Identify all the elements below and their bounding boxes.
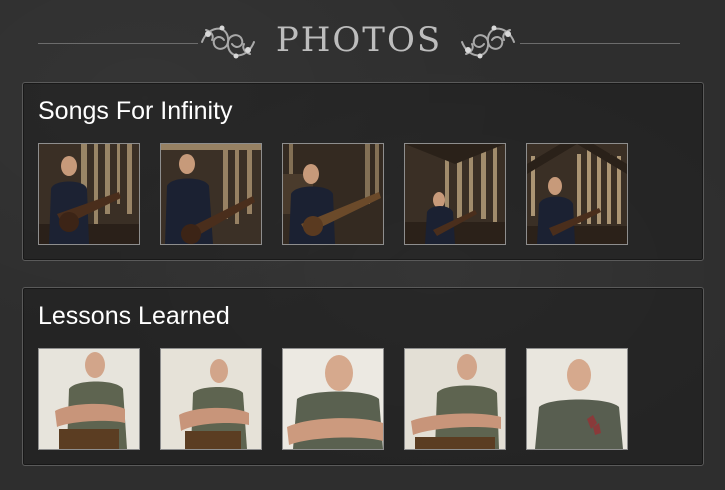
photo-thumbnail[interactable] bbox=[282, 348, 384, 450]
header-rule-left bbox=[38, 43, 198, 44]
photo-thumbnail[interactable] bbox=[404, 143, 506, 245]
photo-thumbnail[interactable] bbox=[38, 143, 140, 245]
flourish-ornament-icon bbox=[456, 16, 520, 68]
photo-thumbnail[interactable] bbox=[160, 348, 262, 450]
photo-thumbnail[interactable] bbox=[38, 348, 140, 450]
page-header: PHOTOS bbox=[0, 12, 725, 68]
page-title: PHOTOS bbox=[275, 20, 443, 60]
photo-thumbnail[interactable] bbox=[526, 348, 628, 450]
photo-thumbnail[interactable] bbox=[526, 143, 628, 245]
flourish-ornament-icon bbox=[196, 16, 260, 68]
header-rule-right bbox=[520, 43, 680, 44]
photo-thumbnail[interactable] bbox=[282, 143, 384, 245]
album-panel-songs-for-infinity: Songs For Infinity bbox=[22, 82, 704, 261]
photo-grid bbox=[38, 143, 688, 245]
album-panel-lessons-learned: Lessons Learned bbox=[22, 287, 704, 466]
photo-grid bbox=[38, 348, 688, 450]
photo-thumbnail[interactable] bbox=[160, 143, 262, 245]
photo-thumbnail[interactable] bbox=[404, 348, 506, 450]
album-title: Lessons Learned bbox=[38, 302, 230, 330]
album-title: Songs For Infinity bbox=[38, 97, 233, 125]
